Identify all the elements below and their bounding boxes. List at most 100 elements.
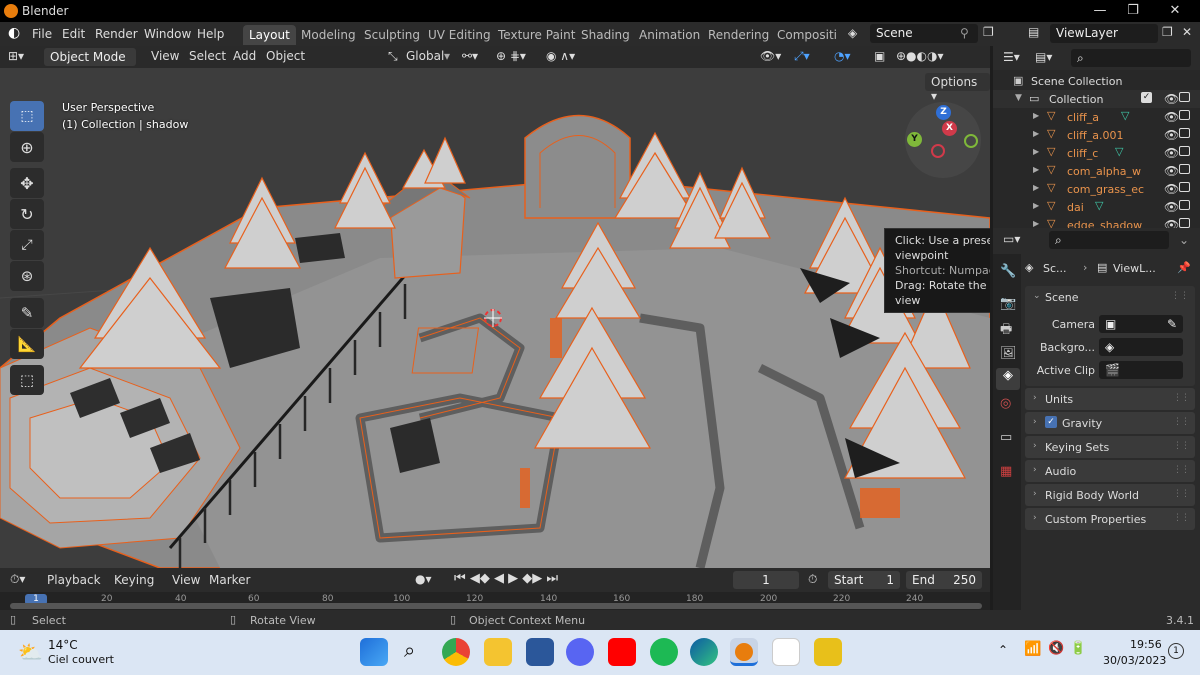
properties-editor-type-icon[interactable]: ▭▾ [1003, 232, 1020, 246]
proportional-edit-icon[interactable]: ◉ ∧▾ [546, 49, 575, 63]
texture-tab-icon[interactable]: ▦ [1000, 464, 1012, 479]
pin-icon[interactable]: 📌 [1177, 261, 1191, 274]
camera-icon[interactable] [1179, 92, 1190, 102]
transform-orientation-icon[interactable]: ⤡ [388, 49, 398, 64]
panel-audio[interactable]: › Audio ⋮⋮ [1025, 460, 1195, 482]
chevron-down-icon[interactable]: ⌄ [1179, 233, 1189, 247]
outliner-scene-collection[interactable]: ▣ Scene Collection [993, 72, 1200, 90]
word-icon[interactable] [526, 638, 554, 666]
eye-icon[interactable]: 👁 [1164, 200, 1179, 214]
tab-sculpting[interactable]: Sculpting [358, 25, 426, 45]
eye-icon[interactable]: 👁 [1164, 92, 1179, 106]
panel-units[interactable]: › Units ⋮⋮ [1025, 388, 1195, 410]
camera-icon[interactable] [1179, 128, 1190, 138]
record-icon[interactable]: ●▾ [415, 572, 432, 586]
mesh-data-icon[interactable]: ▽ [1095, 199, 1103, 212]
expand-icon[interactable]: ▶ [1033, 147, 1039, 156]
mesh-data-icon[interactable]: ▽ [1115, 145, 1123, 158]
outliner-collection[interactable]: ▼ ▭ Collection ✓ 👁 [993, 90, 1200, 108]
world-tab-icon[interactable]: ◎ [1000, 396, 1011, 411]
gizmo-y-axis[interactable]: Y [907, 132, 922, 147]
camera-icon[interactable] [1179, 110, 1190, 120]
expand-icon[interactable]: ▶ [1033, 183, 1039, 192]
outliner-editor-type-icon[interactable]: ☰▾ [1003, 50, 1020, 64]
properties-search-input[interactable]: ⌕ [1049, 231, 1169, 249]
render-tab-icon[interactable]: 📷 [1000, 296, 1016, 311]
discord-icon[interactable] [566, 638, 594, 666]
panel-gravity[interactable]: › ✓ Gravity ⋮⋮ [1025, 412, 1195, 434]
measure-tool[interactable]: 📐 [10, 329, 44, 359]
expand-icon[interactable]: ▶ [1033, 165, 1039, 174]
timeline-editor-type-icon[interactable]: ⏱▾ [10, 572, 25, 587]
display-mode-icon[interactable]: ▤▾ [1035, 50, 1052, 64]
collection-tab-icon[interactable]: ▭ [1000, 430, 1012, 445]
xray-icon[interactable]: ▣ [874, 49, 885, 63]
timeline-menu-playback[interactable]: Playback [47, 573, 101, 587]
scene-tab-icon[interactable]: ◈ [996, 368, 1020, 390]
snap-icon[interactable]: ⊕ ⋕▾ [496, 49, 526, 63]
cursor-tool[interactable]: ⊕ [10, 132, 44, 162]
clock-date[interactable]: 30/03/2023 [1103, 654, 1166, 667]
timeline-ruler[interactable]: 1 20 40 60 80 100 120 140 160 180 200 22… [0, 592, 990, 610]
viewport-menu-select[interactable]: Select [189, 49, 226, 63]
panel-grip-icon[interactable]: ⋮⋮ [1171, 291, 1189, 301]
java-icon[interactable] [772, 638, 800, 666]
menu-render[interactable]: Render [95, 27, 138, 41]
remove-viewlayer-icon[interactable]: ✕ [1182, 25, 1192, 39]
wifi-icon[interactable]: 📶 [1024, 641, 1041, 657]
transform-orientation-dropdown[interactable]: Global [406, 49, 444, 63]
start-frame-field[interactable]: Start 1 [828, 571, 900, 589]
tab-layout[interactable]: Layout [243, 25, 296, 45]
mesh-data-icon[interactable]: ▽ [1121, 109, 1129, 122]
maximize-button[interactable]: ❐ [1113, 0, 1153, 22]
tab-rendering[interactable]: Rendering [702, 25, 775, 45]
camera-icon[interactable] [1179, 164, 1190, 174]
view-layer-tab-icon[interactable]: 🖼 [1000, 346, 1017, 361]
scene-icon[interactable]: ◈ [848, 26, 857, 40]
chevron-down-icon[interactable]: ▾ [444, 49, 450, 63]
outliner-item[interactable]: ▶ ▽ edge_shadow 👁 [993, 216, 1200, 228]
youtube-icon[interactable] [608, 638, 636, 666]
end-frame-field[interactable]: End 250 [906, 571, 982, 589]
outliner-item[interactable]: ▶ ▽ com_alpha_w 👁 [993, 162, 1200, 180]
expand-icon[interactable]: ▶ [1033, 111, 1039, 120]
viewlayer-selector[interactable]: ViewLayer [1050, 24, 1158, 43]
preview-range-icon[interactable]: ⏱ [808, 572, 817, 587]
annotate-tool[interactable]: ✎ [10, 298, 44, 328]
visibility-icon[interactable]: 👁▾ [760, 49, 781, 63]
chrome-icon[interactable] [442, 638, 470, 666]
eye-icon[interactable]: 👁 [1164, 218, 1179, 228]
tab-animation[interactable]: Animation [633, 25, 706, 45]
move-tool[interactable]: ✥ [10, 168, 44, 198]
edge-icon[interactable] [690, 638, 718, 666]
timeline-editor[interactable]: ⏱▾ Playback Keying View Marker ●▾ ⏮ ◀◆ ◀… [0, 568, 990, 610]
gizmo-neg-y-axis[interactable] [964, 134, 978, 148]
tab-shading[interactable]: Shading [575, 25, 636, 45]
weather-icon[interactable]: ⛅ [18, 640, 43, 664]
pin-icon[interactable]: ⚲ [960, 26, 969, 40]
add-cube-tool[interactable]: ⬚ [10, 365, 44, 395]
file-explorer-icon[interactable] [484, 638, 512, 666]
gizmo-neg-x-axis[interactable] [931, 144, 945, 158]
battery-icon[interactable]: 🔋 [1070, 641, 1086, 656]
background-field[interactable]: ◈ [1099, 338, 1183, 356]
rotate-tool[interactable]: ↻ [10, 199, 44, 229]
start-button-icon[interactable] [360, 638, 388, 666]
tab-compositing[interactable]: Compositin [771, 25, 837, 45]
playback-controls-icon[interactable]: ⏮ ◀◆ ◀ ▶ ◆▶ ⏭ [454, 571, 558, 586]
panel-grip-icon[interactable]: ⋮⋮ [1173, 465, 1190, 475]
editor-type-icon[interactable]: ⊞▾ [8, 49, 24, 63]
panel-grip-icon[interactable]: ⋮⋮ [1173, 489, 1190, 499]
menu-window[interactable]: Window [144, 27, 191, 41]
panel-grip-icon[interactable]: ⋮⋮ [1173, 393, 1190, 403]
blender-taskbar-icon[interactable] [730, 638, 758, 666]
outliner[interactable]: ☰▾ ▤▾ ⌕ ▣ Scene Collection ▼ ▭ Collectio… [993, 46, 1200, 228]
outliner-item[interactable]: ▶ ▽ com_grass_ec 👁 [993, 180, 1200, 198]
weather-condition[interactable]: Ciel couvert [48, 653, 114, 666]
pivot-icon[interactable]: ⚯▾ [462, 49, 478, 63]
search-icon[interactable]: ⌕ [404, 638, 415, 662]
panel-expanded-icon[interactable]: ⌄ [1033, 291, 1041, 301]
spotify-icon[interactable] [650, 638, 678, 666]
viewlayer-icon[interactable]: ▤ [1028, 25, 1039, 39]
camera-icon[interactable] [1179, 182, 1190, 192]
